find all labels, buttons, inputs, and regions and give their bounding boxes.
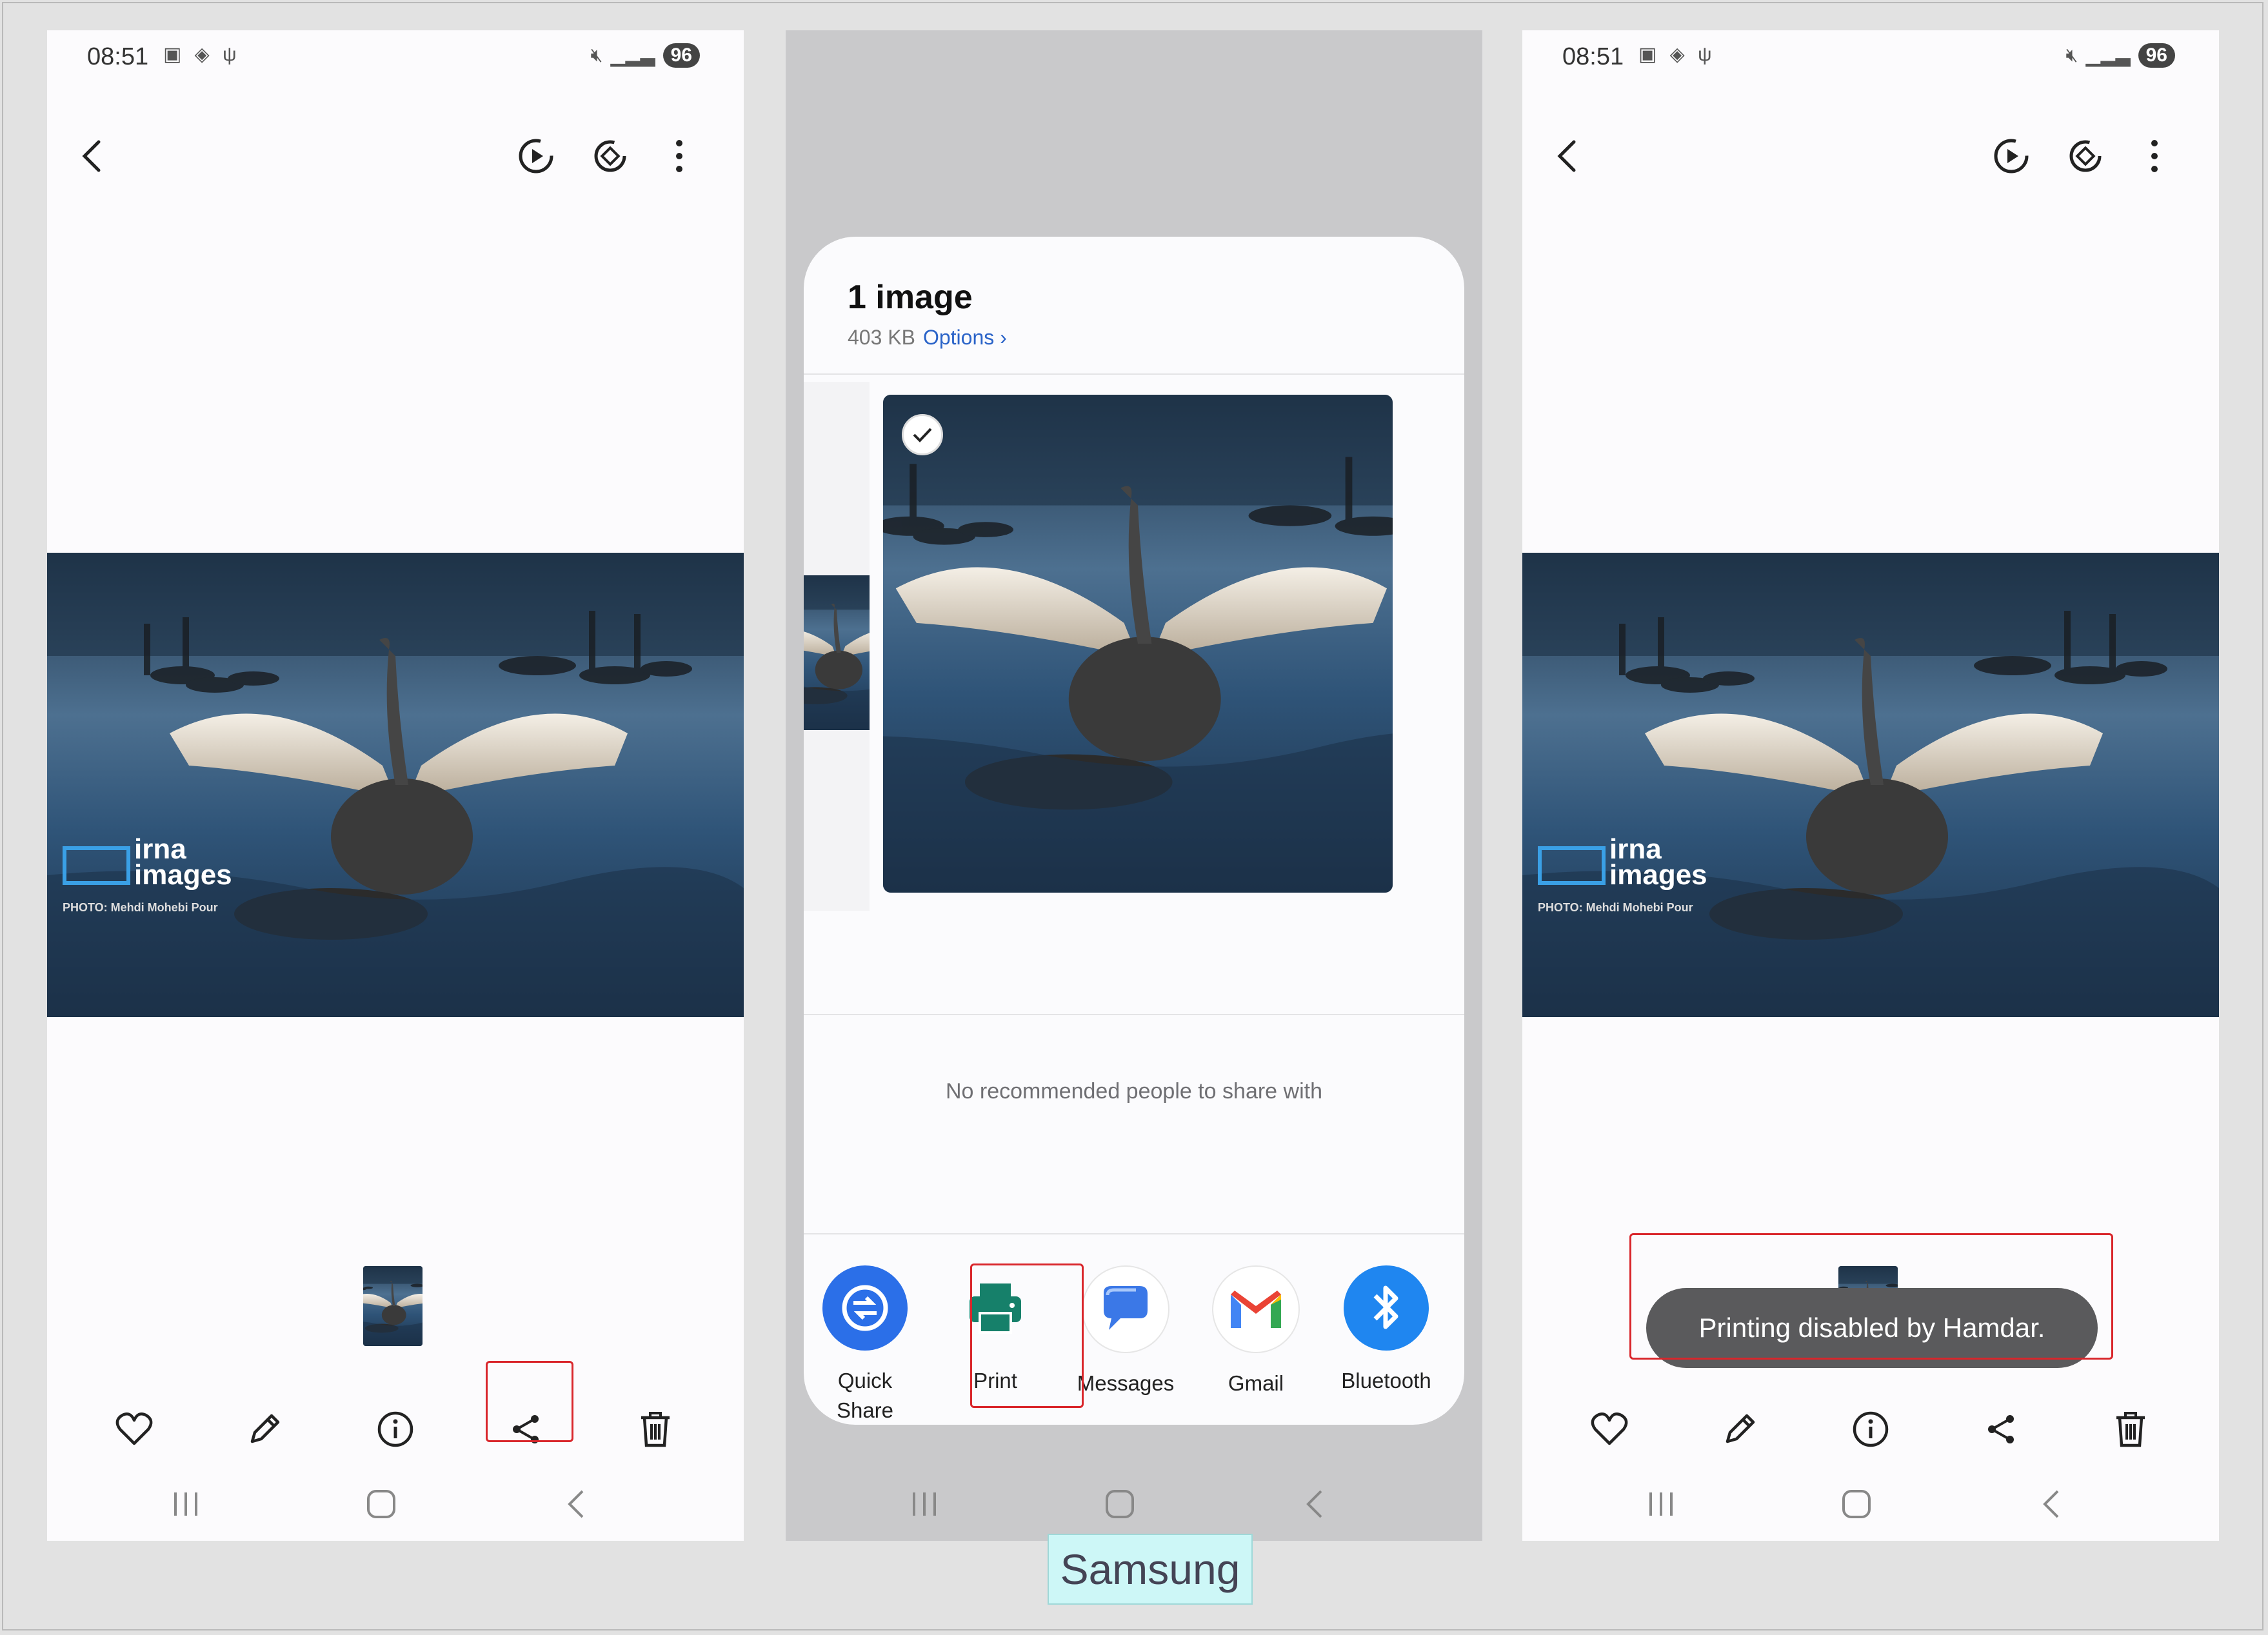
nav-back-icon[interactable]: [1286, 1481, 1344, 1527]
share-sheet: 1 image 403 KB Options › No recommended p…: [804, 237, 1464, 1425]
viewer-toolbar: [1522, 127, 2219, 198]
divider: [804, 373, 1464, 375]
watermark: irna images: [134, 833, 232, 891]
selected-check-icon[interactable]: [902, 414, 943, 455]
chevron-right-icon: ›: [1000, 326, 1007, 349]
edit-icon[interactable]: [223, 1387, 306, 1471]
preview-side-screenshot: [804, 382, 870, 911]
app-gmail[interactable]: Gmail: [1195, 1265, 1317, 1398]
delete-icon[interactable]: [2089, 1387, 2173, 1471]
options-link[interactable]: Options ›: [923, 326, 1007, 349]
delete-icon[interactable]: [613, 1387, 697, 1471]
notification-icons: ▣ ◈ ψ: [1638, 44, 1716, 65]
gmail-icon: [1212, 1265, 1300, 1353]
notification-icons: ▣ ◈ ψ: [163, 44, 241, 65]
messages-icon: [1082, 1265, 1169, 1353]
signal-icon: ▁▂▃: [610, 45, 655, 66]
mute-icon: 🔇︎: [590, 45, 603, 66]
irna-logo: [63, 846, 130, 885]
status-bar: 08:51 ▣ ◈ ψ 🔇︎ ▁▂▃ 96: [1522, 30, 2219, 88]
share-highlight: [486, 1361, 573, 1442]
status-time: 08:51: [1562, 43, 1624, 70]
swan-photo: irna images PHOTO: Mehdi Mohebi Pour: [1522, 553, 2219, 1017]
watermark: irna images: [1609, 833, 1707, 891]
info-icon[interactable]: [353, 1387, 437, 1471]
more-options-icon[interactable]: [650, 127, 708, 185]
signal-icon: ▁▂▃: [2085, 45, 2131, 66]
recents-icon[interactable]: [895, 1481, 953, 1527]
share-sheet-screen: 1 image 403 KB Options › No recommended p…: [786, 30, 1482, 1541]
share-app-row: Quick Share Print Messages Gmail Bluetoo…: [804, 1233, 1464, 1425]
status-time: 08:51: [87, 43, 149, 70]
system-nav-bar: [786, 1469, 1482, 1540]
motion-play-icon[interactable]: [507, 127, 565, 185]
print-highlight: [970, 1263, 1084, 1408]
share-icon[interactable]: [1959, 1387, 2043, 1471]
mute-icon: 🔇︎: [2065, 45, 2078, 66]
more-options-icon[interactable]: [2125, 127, 2183, 185]
image-preview[interactable]: [883, 395, 1393, 893]
gallery-screen-share: 08:51 ▣ ◈ ψ 🔇︎ ▁▂▃ 96 irna images PHOTO: …: [47, 30, 744, 1541]
motion-play-icon[interactable]: [1982, 127, 2040, 185]
app-quick-share[interactable]: Quick Share: [804, 1265, 926, 1425]
home-icon[interactable]: [1827, 1481, 1885, 1527]
recents-icon[interactable]: [1632, 1481, 1690, 1527]
filmstrip-thumbnail[interactable]: [363, 1266, 423, 1346]
rotate-icon[interactable]: [581, 127, 639, 185]
favorite-icon[interactable]: [92, 1387, 176, 1471]
favorite-icon[interactable]: [1567, 1387, 1651, 1471]
gallery-screen-toast: 08:51 ▣ ◈ ψ 🔇︎ ▁▂▃ 96 irna images PHOTO: …: [1522, 30, 2219, 1541]
no-recommendations-text: No recommended people to share with: [946, 1079, 1322, 1104]
battery-level: 96: [2138, 43, 2175, 68]
caption-label: Samsung: [1048, 1534, 1253, 1605]
rotate-icon[interactable]: [2056, 127, 2114, 185]
app-label: Quick Share: [836, 1369, 894, 1422]
bottom-actions: [1522, 1387, 2219, 1471]
irna-logo: [1538, 846, 1606, 885]
photo-credit: PHOTO: Mehdi Mohebi Pour: [63, 901, 218, 914]
system-nav-bar: [1522, 1469, 2219, 1540]
bluetooth-icon: [1344, 1265, 1429, 1351]
bottom-actions: [47, 1387, 744, 1471]
recents-icon[interactable]: [157, 1481, 215, 1527]
photo-credit: PHOTO: Mehdi Mohebi Pour: [1538, 901, 1693, 914]
nav-back-icon[interactable]: [2022, 1481, 2080, 1527]
edit-icon[interactable]: [1698, 1387, 1782, 1471]
status-right-icons: 🔇︎ ▁▂▃ 96: [2065, 43, 2175, 68]
nav-back-icon[interactable]: [547, 1481, 605, 1527]
status-bar: 08:51 ▣ ◈ ψ 🔇︎ ▁▂▃ 96: [47, 30, 744, 88]
app-bluetooth[interactable]: Bluetooth: [1325, 1265, 1447, 1396]
status-right-icons: 🔇︎ ▁▂▃ 96: [590, 43, 700, 68]
quick-share-icon: [822, 1265, 908, 1351]
back-icon[interactable]: [1538, 127, 1597, 185]
home-icon[interactable]: [352, 1481, 410, 1527]
home-icon[interactable]: [1091, 1481, 1149, 1527]
app-label: Gmail: [1228, 1371, 1284, 1395]
info-icon[interactable]: [1829, 1387, 1913, 1471]
toast-highlight: [1629, 1233, 2113, 1360]
swan-photo: irna images PHOTO: Mehdi Mohebi Pour: [47, 553, 744, 1017]
battery-level: 96: [662, 43, 700, 68]
file-size: 403 KB: [848, 326, 915, 349]
sheet-title: 1 image: [848, 279, 973, 316]
back-icon[interactable]: [63, 127, 121, 185]
divider: [804, 1014, 1464, 1015]
system-nav-bar: [47, 1469, 744, 1540]
app-label: Bluetooth: [1341, 1369, 1431, 1392]
sheet-subtitle: 403 KB Options ›: [848, 326, 1007, 350]
viewer-toolbar: [47, 127, 744, 198]
